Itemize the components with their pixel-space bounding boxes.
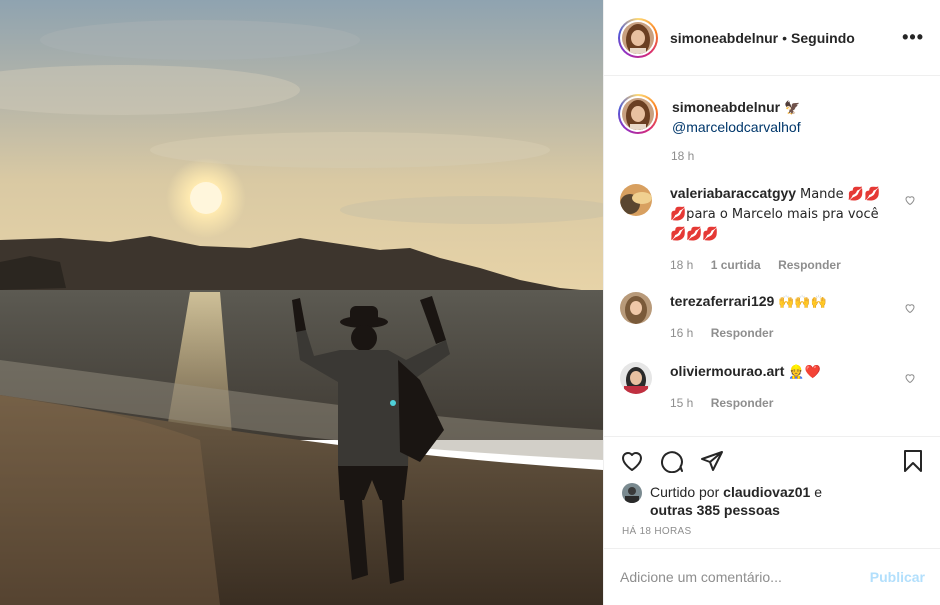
commenter-avatar[interactable] bbox=[620, 362, 652, 394]
publish-button[interactable]: Publicar bbox=[870, 569, 925, 585]
liked-by-user[interactable]: claudiovaz01 bbox=[723, 484, 810, 500]
liked-by-prefix: Curtido por bbox=[650, 484, 720, 500]
like-comment-heart-icon[interactable] bbox=[904, 194, 916, 206]
caption-username[interactable]: simoneabdelnur bbox=[672, 99, 780, 115]
commenter-photo-icon bbox=[620, 184, 652, 216]
share-direct-icon[interactable] bbox=[700, 449, 724, 473]
post-photo[interactable] bbox=[0, 0, 603, 605]
comment-timestamp[interactable]: 16 h bbox=[670, 326, 693, 340]
reply-button[interactable]: Responder bbox=[711, 396, 774, 410]
comment-bubble-icon[interactable] bbox=[660, 449, 684, 473]
more-options-icon[interactable]: ••• bbox=[902, 27, 924, 48]
sunset-beach-image bbox=[0, 0, 603, 605]
author-photo-icon bbox=[622, 98, 654, 130]
author-username[interactable]: simoneabdelnur bbox=[670, 30, 778, 46]
caption-mention-link[interactable]: @marcelodcarvalhof bbox=[672, 119, 801, 135]
liked-by-others[interactable]: outras 385 pessoas bbox=[650, 502, 780, 518]
commenter-avatar[interactable] bbox=[620, 184, 652, 216]
comments-section: simoneabdelnur 🦅 @marcelodcarvalhof 18 h… bbox=[604, 76, 940, 436]
post-side-panel: simoneabdelnur • Seguindo ••• simoneabde… bbox=[603, 0, 940, 605]
comment-input[interactable] bbox=[620, 569, 870, 585]
caption-timestamp[interactable]: 18 h bbox=[671, 149, 694, 163]
like-comment-heart-icon[interactable] bbox=[904, 302, 916, 314]
save-bookmark-icon[interactable] bbox=[901, 449, 925, 473]
follow-status-button[interactable]: Seguindo bbox=[791, 30, 855, 46]
caption-emoji: 🦅 bbox=[784, 101, 801, 116]
post-header: simoneabdelnur • Seguindo ••• bbox=[604, 0, 940, 76]
liked-by-conj: e bbox=[814, 484, 822, 500]
caption-author-avatar[interactable] bbox=[618, 94, 658, 134]
author-avatar[interactable] bbox=[618, 17, 658, 58]
comment-item: oliviermourao.art 👷❤️ 15 h Responder bbox=[620, 362, 930, 412]
comment-text: 👷❤️ bbox=[788, 365, 821, 380]
comment-timestamp[interactable]: 18 h bbox=[670, 258, 693, 272]
add-comment-bar: Publicar bbox=[604, 548, 940, 605]
comment-item: valeriabaraccatgyy Mande 💋💋 💋para o Marc… bbox=[620, 184, 930, 274]
post-actions: Curtido por claudiovaz01 e outras 385 pe… bbox=[604, 436, 940, 548]
comment-username[interactable]: oliviermourao.art bbox=[670, 363, 784, 379]
like-comment-heart-icon[interactable] bbox=[904, 372, 916, 384]
reply-button[interactable]: Responder bbox=[711, 326, 774, 340]
comment-likes-count[interactable]: 1 curtida bbox=[711, 258, 761, 272]
author-photo-icon bbox=[622, 21, 654, 54]
post-timestamp[interactable]: HÁ 18 HORAS bbox=[622, 526, 691, 537]
comment-item: terezaferrari129 🙌🙌🙌 16 h Responder bbox=[620, 292, 930, 342]
post-caption: simoneabdelnur 🦅 @marcelodcarvalhof bbox=[618, 94, 801, 136]
reply-button[interactable]: Responder bbox=[778, 258, 841, 272]
liker-avatar[interactable] bbox=[622, 483, 642, 503]
commenter-photo-icon bbox=[620, 292, 652, 324]
comment-username[interactable]: terezaferrari129 bbox=[670, 293, 774, 309]
comment-username[interactable]: valeriabaraccatgyy bbox=[670, 185, 796, 201]
comment-text: 🙌🙌🙌 bbox=[778, 295, 827, 310]
commenter-photo-icon bbox=[620, 362, 652, 394]
commenter-avatar[interactable] bbox=[620, 292, 652, 324]
comment-timestamp[interactable]: 15 h bbox=[670, 396, 693, 410]
liker-photo-icon bbox=[622, 483, 642, 503]
header-separator: • bbox=[782, 29, 788, 46]
likes-summary: Curtido por claudiovaz01 e outras 385 pe… bbox=[622, 483, 822, 519]
like-heart-icon[interactable] bbox=[620, 449, 644, 473]
